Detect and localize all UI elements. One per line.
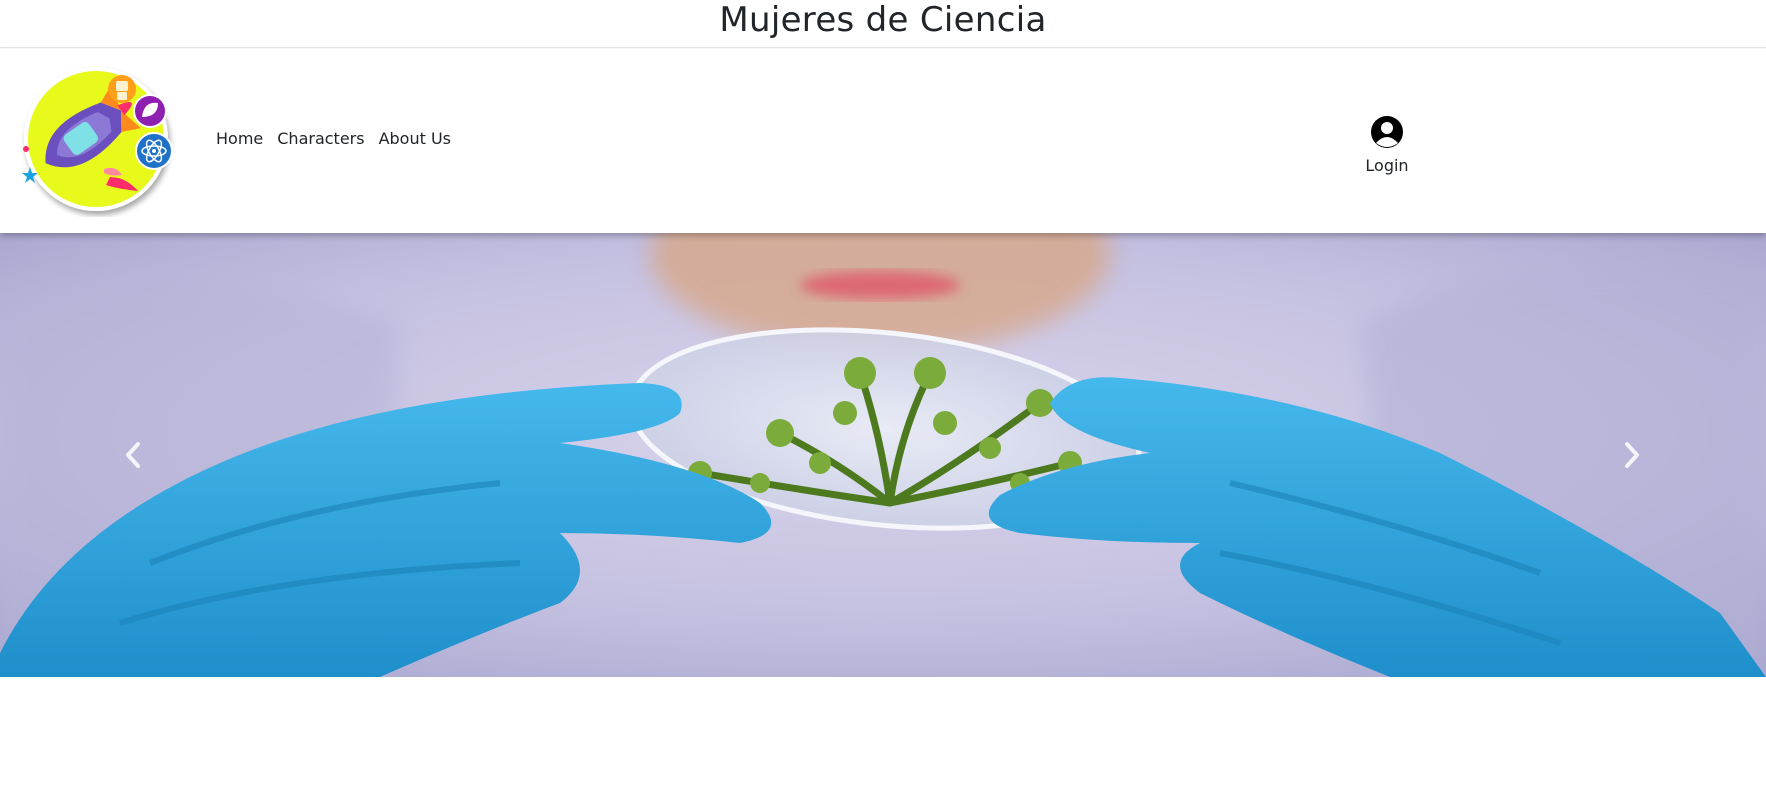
login-label: Login <box>1365 156 1409 175</box>
carousel-prev-button[interactable] <box>113 433 153 477</box>
nav-characters-link[interactable]: Characters <box>277 129 364 148</box>
page-bottom-area <box>0 677 1766 786</box>
carousel-slide-image <box>0 233 1766 677</box>
carousel-next-button[interactable] <box>1612 433 1652 477</box>
nav-links: Home Characters About Us <box>216 129 451 148</box>
user-circle-icon <box>1371 116 1403 148</box>
nav-home-link[interactable]: Home <box>216 129 263 148</box>
site-title: Mujeres de Ciencia <box>719 0 1047 40</box>
chevron-left-icon <box>126 442 140 468</box>
rocket-logo-icon[interactable] <box>18 65 178 217</box>
login-button[interactable]: Login <box>1355 115 1419 175</box>
main-navbar: Home Characters About Us Login <box>0 49 1766 233</box>
chevron-right-icon <box>1625 442 1639 468</box>
hero-carousel <box>0 233 1766 677</box>
site-title-bar: Mujeres de Ciencia <box>0 0 1766 48</box>
nav-about-us-link[interactable]: About Us <box>379 129 451 148</box>
